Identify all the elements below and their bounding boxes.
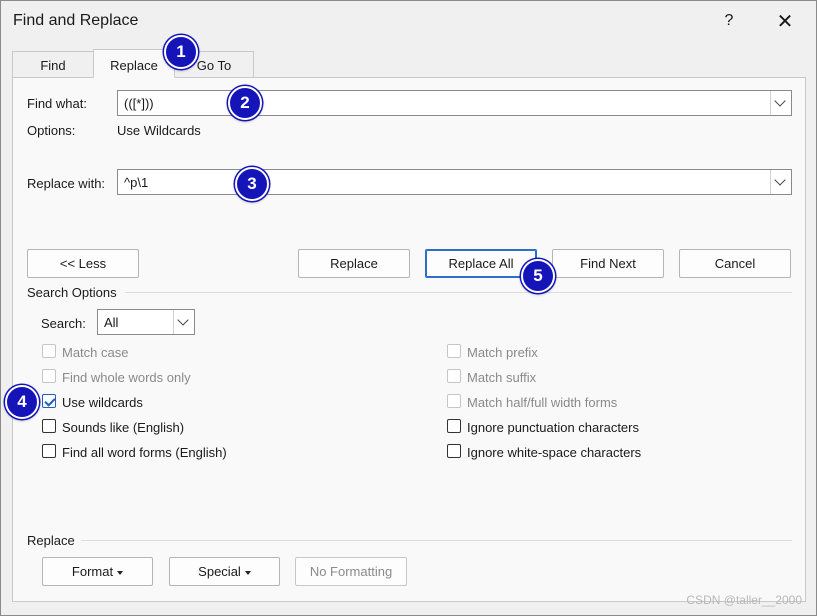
options-value: Use Wildcards — [117, 123, 201, 138]
watermark: CSDN @taller__2000 — [686, 593, 802, 607]
sounds-like-checkbox[interactable] — [42, 419, 56, 433]
search-direction-select[interactable]: All — [97, 309, 195, 335]
whole-words-checkbox[interactable] — [42, 369, 56, 383]
search-options-divider — [125, 292, 792, 293]
annotation-badge-4: 4 — [5, 385, 39, 419]
cancel-button[interactable]: Cancel — [679, 249, 791, 278]
annotation-badge-5: 5 — [521, 259, 555, 293]
match-case-checkbox[interactable] — [42, 344, 56, 358]
less-button[interactable]: << Less — [27, 249, 139, 278]
special-button[interactable]: Special — [169, 557, 280, 586]
match-suffix-label: Match suffix — [467, 370, 537, 385]
annotation-badge-1: 1 — [164, 35, 198, 69]
search-direction-value: All — [104, 315, 119, 330]
match-prefix-label: Match prefix — [467, 345, 538, 360]
replace-with-combo[interactable]: ^p\1 — [117, 169, 792, 195]
word-forms-checkbox[interactable] — [42, 444, 56, 458]
match-case-label: Match case — [62, 345, 129, 360]
half-full-width-checkbox[interactable] — [447, 394, 461, 408]
tab-replace[interactable]: Replace — [93, 49, 175, 78]
ignore-whitespace-checkbox[interactable] — [447, 444, 461, 458]
annotation-badge-3: 3 — [235, 167, 269, 201]
dialog-title: Find and Replace — [13, 12, 139, 29]
match-prefix-checkbox[interactable] — [447, 344, 461, 358]
special-label: Special — [198, 564, 241, 579]
half-full-width-label: Match half/full width forms — [467, 395, 618, 410]
tab-find[interactable]: Find — [12, 51, 94, 78]
no-formatting-button[interactable]: No Formatting — [295, 557, 407, 586]
search-options-title: Search Options — [27, 285, 117, 300]
whole-words-label: Find whole words only — [62, 370, 191, 385]
replace-section-divider — [81, 540, 792, 541]
chevron-down-icon — [774, 95, 786, 107]
search-direction-dropdown[interactable] — [173, 310, 194, 334]
ignore-punctuation-checkbox[interactable] — [447, 419, 461, 433]
word-forms-label: Find all word forms (English) — [62, 445, 227, 460]
replace-with-dropdown[interactable] — [770, 170, 791, 194]
format-button[interactable]: Format — [42, 557, 153, 586]
find-what-value[interactable]: (([*])) — [124, 96, 154, 111]
find-what-combo[interactable]: (([*])) — [117, 90, 792, 116]
match-suffix-checkbox[interactable] — [447, 369, 461, 383]
ignore-punctuation-label: Ignore punctuation characters — [467, 420, 639, 435]
caret-down-icon — [244, 570, 251, 575]
replace-section-title: Replace — [27, 533, 75, 548]
help-button[interactable]: ? — [721, 12, 737, 30]
annotation-badge-2: 2 — [228, 86, 262, 120]
close-button[interactable]: ✕ — [775, 9, 795, 34]
chevron-down-icon — [774, 174, 786, 186]
find-what-label: Find what: — [27, 96, 87, 111]
replace-with-value[interactable]: ^p\1 — [124, 175, 148, 190]
replace-with-label: Replace with: — [27, 176, 106, 191]
find-next-button[interactable]: Find Next — [552, 249, 664, 278]
options-label: Options: — [27, 123, 76, 138]
caret-down-icon — [117, 570, 124, 575]
find-what-dropdown[interactable] — [770, 91, 791, 115]
find-replace-dialog: Find and Replace ? ✕ Find Go To Replace … — [0, 0, 817, 616]
replace-panel — [12, 77, 806, 602]
format-label: Format — [71, 564, 114, 579]
chevron-down-icon — [177, 314, 189, 326]
sounds-like-label: Sounds like (English) — [62, 420, 185, 435]
replace-button[interactable]: Replace — [298, 249, 410, 278]
use-wildcards-label: Use wildcards — [62, 395, 143, 410]
search-label: Search: — [41, 316, 86, 331]
ignore-whitespace-label: Ignore white-space characters — [467, 445, 642, 460]
use-wildcards-checkbox[interactable] — [42, 394, 56, 408]
